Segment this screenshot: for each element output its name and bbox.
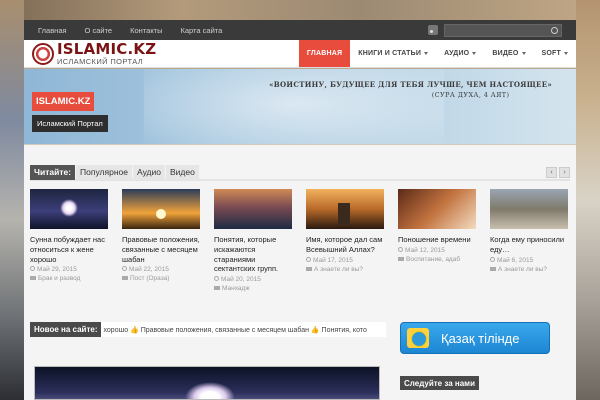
logo-subtitle: ИСЛАМСКИЙ ПОРТАЛ xyxy=(57,56,144,66)
post-date: Май 6, 2015 xyxy=(490,256,582,264)
post-category[interactable]: Воспитание, адаб xyxy=(398,256,490,263)
list-item[interactable]: Понятия, которые искажаются стараниями с… xyxy=(214,189,306,292)
top-link-sitemap[interactable]: Карта сайта xyxy=(181,26,223,35)
folder-icon xyxy=(398,256,404,261)
kazakh-label: Қазақ тілінде xyxy=(441,330,520,346)
follow-us-heading: Следуйте за нами xyxy=(400,376,479,390)
clock-icon xyxy=(490,256,495,262)
nav-item-video[interactable]: ВИДЕО xyxy=(484,40,533,67)
logo-emblem-icon xyxy=(32,42,54,65)
news-ticker[interactable]: хорошо 👍 Правовые положения, связанные с… xyxy=(101,326,366,334)
post-thumbnail[interactable] xyxy=(30,189,108,229)
post-title[interactable]: Поношение времени xyxy=(398,235,482,245)
nav-item-audio[interactable]: АУДИО xyxy=(436,40,484,67)
next-arrow-icon[interactable]: › xyxy=(559,166,570,178)
quote-source: (СУРА ДУХА, 4 АЯТ) xyxy=(431,91,510,99)
banner-caption: Исламский Портал xyxy=(32,115,108,132)
post-category[interactable]: Брак и развод xyxy=(30,275,122,282)
post-date: Май 17, 2015 xyxy=(306,256,398,264)
list-item[interactable]: Сунна побуждает нас относиться к жене хо… xyxy=(30,189,122,292)
post-date: Май 22, 2015 xyxy=(122,266,214,273)
chevron-down-icon xyxy=(521,52,526,55)
post-title[interactable]: Имя, которое дал сам Всевышний Аллах? xyxy=(306,235,390,255)
folder-icon xyxy=(214,286,220,290)
prev-arrow-icon[interactable]: ‹ xyxy=(546,166,557,178)
nav-item-home[interactable]: ГЛАВНАЯ xyxy=(298,40,351,67)
top-bar: Главная О сайте Контакты Карта сайта xyxy=(24,20,576,40)
tab-video[interactable]: Видео xyxy=(165,164,199,180)
list-item[interactable]: Когда ему приносили еду… Май 6, 2015 А з… xyxy=(490,189,582,292)
search-input[interactable] xyxy=(444,23,562,37)
logo-text: ISLAMIC.KZ ИСЛАМСКИЙ ПОРТАЛ xyxy=(57,39,157,66)
logo-title: ISLAMIC.KZ xyxy=(57,39,157,58)
post-category[interactable]: Манхадж xyxy=(214,285,306,292)
post-category[interactable]: А знаете ли вы? xyxy=(490,266,582,273)
folder-icon xyxy=(306,266,312,271)
post-thumbnail[interactable] xyxy=(490,189,568,229)
carousel-arrows: ‹ › xyxy=(546,166,570,178)
list-item[interactable]: Поношение времени Май 12, 2015 Воспитани… xyxy=(398,189,490,292)
reads-tabs: Читайте: Популярное Аудио Видео ‹ › xyxy=(30,164,570,181)
clock-icon xyxy=(214,276,219,281)
top-bar-tools xyxy=(428,23,562,37)
top-link-about[interactable]: О сайте xyxy=(85,26,113,35)
kazakhstan-flag-icon xyxy=(407,328,429,348)
post-date: Май 20, 2015 xyxy=(214,276,306,283)
site-logo[interactable]: ISLAMIC.KZ ИСЛАМСКИЙ ПОРТАЛ xyxy=(24,40,224,67)
folder-icon xyxy=(122,276,128,281)
post-title[interactable]: Правовые положения, связанные с месяцем … xyxy=(122,235,206,264)
post-thumbnail[interactable] xyxy=(306,189,384,229)
news-ticker-bar: Новое на сайте: хорошо 👍 Правовые положе… xyxy=(30,322,386,337)
top-link-home[interactable]: Главная xyxy=(38,26,67,35)
post-thumbnail[interactable] xyxy=(214,189,292,229)
main-content: Читайте: Популярное Аудио Видео ‹ › Сунн… xyxy=(24,145,576,400)
clock-icon xyxy=(306,256,311,262)
chevron-down-icon xyxy=(564,52,568,55)
banner-badge: ISLAMIC.KZ xyxy=(32,92,95,111)
main-nav: ГЛАВНАЯ КНИГИ И СТАТЬИ АУДИО ВИДЕО SOFT xyxy=(298,40,576,67)
clock-icon xyxy=(122,266,127,272)
post-title[interactable]: Когда ему приносили еду… xyxy=(490,235,574,255)
news-label: Новое на сайте: xyxy=(30,322,102,337)
post-date: Май 29, 2015 xyxy=(30,266,122,273)
tab-audio[interactable]: Аудио xyxy=(133,164,165,180)
background-cityscape-left xyxy=(0,0,24,400)
nav-item-books[interactable]: КНИГИ И СТАТЬИ xyxy=(350,40,436,67)
quote-text: «ВОИСТИНУ, БУДУЩЕЕ ДЛЯ ТЕБЯ ЛУЧШЕ, ЧЕМ Н… xyxy=(269,80,552,89)
list-item[interactable]: Правовые положения, связанные с месяцем … xyxy=(122,189,214,292)
post-category[interactable]: Пост (Ораза) xyxy=(122,275,214,282)
hero-banner: ISLAMIC.KZ Исламский Портал «ВОИСТИНУ, Б… xyxy=(24,69,576,144)
reads-label: Читайте: xyxy=(30,164,76,180)
posts-carousel: Сунна побуждает нас относиться к жене хо… xyxy=(30,189,582,292)
clock-icon xyxy=(398,246,403,252)
featured-image[interactable] xyxy=(34,366,380,400)
background-cityscape-top xyxy=(0,0,600,20)
post-thumbnail[interactable] xyxy=(122,189,200,229)
folder-icon xyxy=(490,266,496,271)
post-thumbnail[interactable] xyxy=(398,189,476,229)
list-item[interactable]: Имя, которое дал сам Всевышний Аллах? Ма… xyxy=(306,189,398,292)
post-date: Май 12, 2015 xyxy=(398,246,490,254)
chevron-down-icon xyxy=(472,52,477,55)
banner-quote: «ВОИСТИНУ, БУДУЩЕЕ ДЛЯ ТЕБЯ ЛУЧШЕ, ЧЕМ Н… xyxy=(269,80,552,99)
clock-icon xyxy=(30,266,35,272)
nav-item-soft[interactable]: SOFT xyxy=(534,40,576,67)
folder-icon xyxy=(30,276,36,281)
post-category[interactable]: А знаете ли вы? xyxy=(306,266,398,273)
post-title[interactable]: Сунна побуждает нас относиться к жене хо… xyxy=(30,235,114,264)
post-title[interactable]: Понятия, которые искажаются стараниями с… xyxy=(214,235,298,274)
tab-popular[interactable]: Популярное xyxy=(76,164,132,180)
top-link-contacts[interactable]: Контакты xyxy=(130,26,162,35)
rss-icon[interactable] xyxy=(428,25,438,35)
kazakh-language-button[interactable]: Қазақ тілінде xyxy=(400,322,550,354)
chevron-down-icon xyxy=(424,52,429,55)
site-header: ISLAMIC.KZ ИСЛАМСКИЙ ПОРТАЛ ГЛАВНАЯ КНИГ… xyxy=(24,40,576,68)
